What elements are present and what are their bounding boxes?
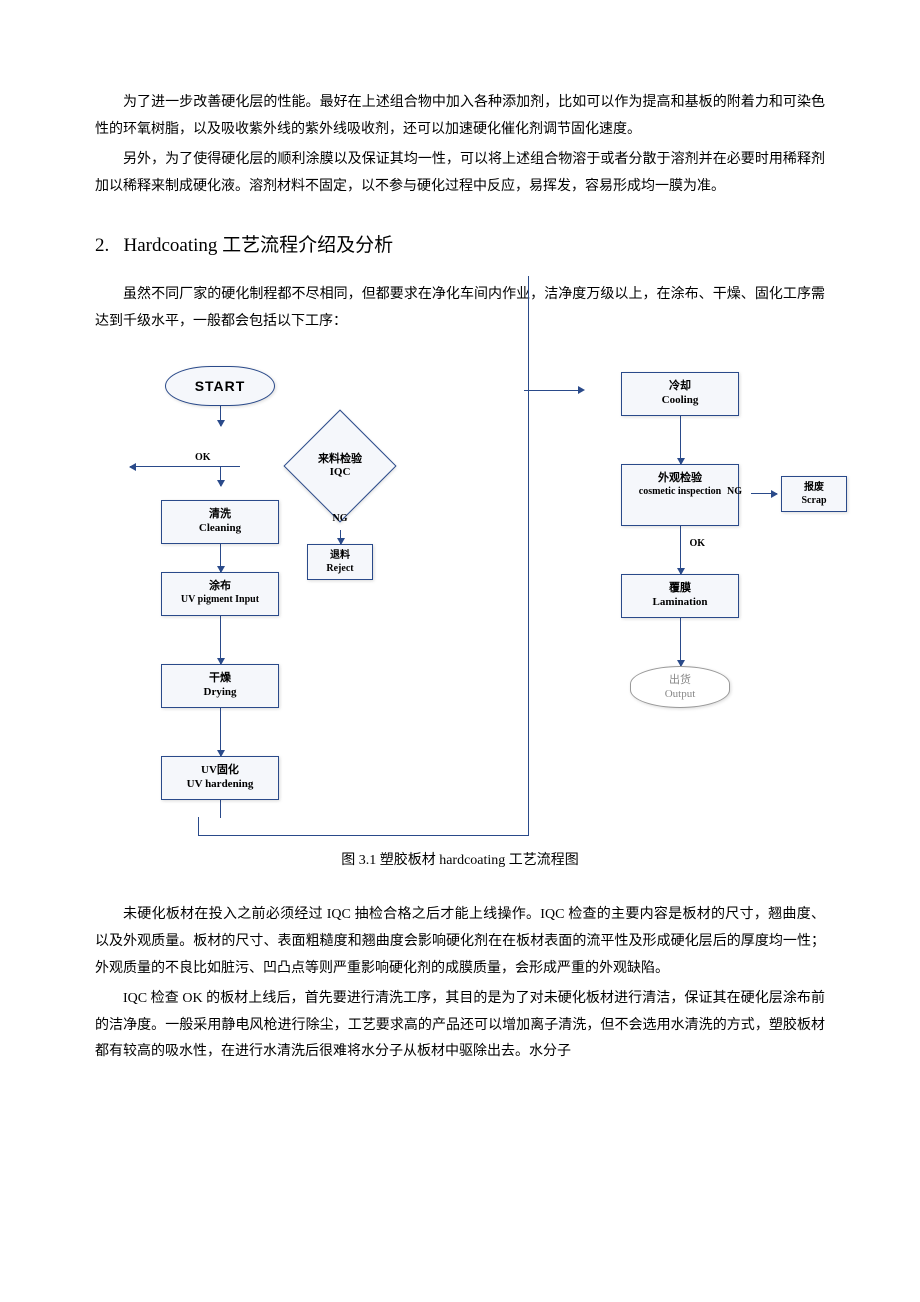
flowchart: START OK 来料检验 IQC NG (95, 366, 825, 818)
flow-left-column: START OK 来料检验 IQC NG (140, 366, 420, 818)
node-cleaning: 清洗 Cleaning (161, 500, 279, 544)
paragraph-4: 未硬化板材在投入之前必须经过 IQC 抽检合格之后才能上线操作。IQC 检查的主… (95, 902, 825, 982)
node-scrap: 报废 Scrap (781, 476, 847, 512)
node-iqc: 来料检验 IQC NG 退料 Reject (280, 431, 400, 501)
iqc-cn: 来料检验 (318, 453, 362, 466)
node-uvhardening: UV固化 UV hardening (161, 756, 279, 800)
node-pigment: 涂布 UV pigment Input (161, 572, 279, 616)
node-drying: 干燥 Drying (161, 664, 279, 708)
heading-number: 2. (95, 235, 109, 256)
node-reject: 退料 Reject (307, 544, 373, 580)
paragraph-5: IQC 检查 OK 的板材上线后，首先要进行清洗工序，其目的是为了对未硬化板材进… (95, 986, 825, 1066)
node-cooling: 冷却 Cooling (621, 372, 739, 416)
node-lamination: 覆膜 Lamination (621, 574, 739, 618)
node-cosmetic: 外观检验 cosmetic inspection (621, 464, 739, 526)
section-heading: 2. Hardcoating 工艺流程介绍及分析 (95, 228, 825, 264)
paragraph-3: 虽然不同厂家的硬化制程都不尽相同，但都要求在净化车间内作业，洁净度万级以上，在涂… (95, 282, 825, 335)
iqc-en: IQC (318, 466, 362, 479)
label-ng: NG (333, 509, 348, 528)
label-ng-2: NG (727, 482, 742, 501)
node-start: START (165, 366, 275, 406)
heading-title: Hardcoating 工艺流程介绍及分析 (124, 235, 394, 256)
paragraph-2: 另外，为了使得硬化层的顺利涂膜以及保证其均一性，可以将上述组合物溶于或者分散于溶… (95, 147, 825, 200)
flow-right-column: 冷却 Cooling 外观检验 cosmetic inspection NG 报… (580, 366, 780, 818)
label-ok-2: OK (690, 534, 706, 553)
paragraph-1: 为了进一步改善硬化层的性能。最好在上述组合物中加入各种添加剂，比如可以作为提高和… (95, 90, 825, 143)
figure-caption: 图 3.1 塑胶板材 hardcoating 工艺流程图 (95, 848, 825, 875)
node-output: 出货 Output (630, 666, 730, 709)
label-ok: OK (195, 448, 211, 467)
